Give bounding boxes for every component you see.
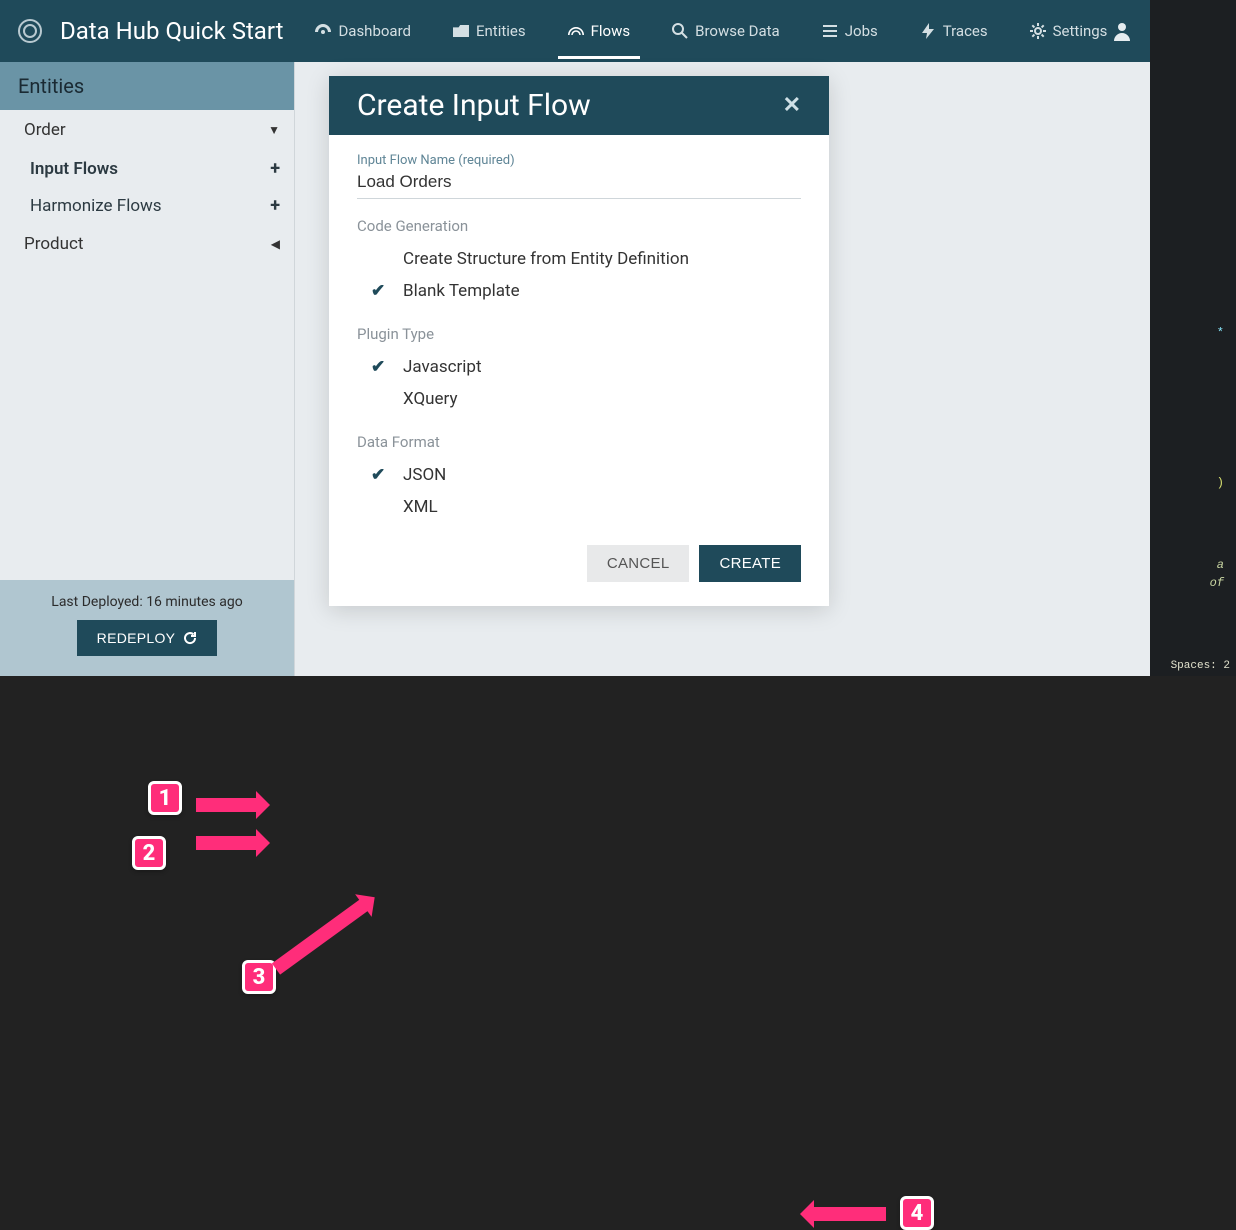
subrow-label: Input Flows [30,159,118,179]
option-create-structure[interactable]: Create Structure from Entity Definition [357,243,801,275]
option-label: XQuery [403,389,458,409]
editor-char: of [1210,576,1224,590]
add-input-flow-button[interactable]: + [270,158,280,179]
background-editor: * ) a of Spaces: 2 [1150,0,1236,676]
check-icon: ✔ [371,357,389,377]
flows-icon [568,24,584,38]
nav-label: Dashboard [338,22,411,40]
sidebar-footer: Last Deployed: 16 minutes ago REDEPLOY [0,580,294,676]
create-button[interactable]: CREATE [699,545,801,582]
cancel-button[interactable]: CANCEL [587,545,690,582]
close-icon[interactable]: ✕ [783,93,801,118]
chevron-left-icon: ◀ [271,237,280,251]
entity-label: Product [24,234,83,254]
logo-icon [18,19,42,43]
nav-traces[interactable]: Traces [916,3,992,59]
entity-product[interactable]: Product ◀ [0,224,294,264]
gear-icon [1030,24,1046,38]
nav-flows[interactable]: Flows [564,3,635,59]
option-javascript[interactable]: ✔ Javascript [357,351,801,383]
user-icon[interactable] [1112,21,1132,41]
flow-name-label: Input Flow Name (required) [357,153,801,168]
nav-entities[interactable]: Entities [449,3,530,59]
modal-title: Create Input Flow [357,88,591,123]
harmonize-flows-row[interactable]: Harmonize Flows + [0,187,294,224]
nav-jobs[interactable]: Jobs [818,3,882,59]
option-xml[interactable]: XML [357,491,801,523]
folder-icon [453,24,469,38]
editor-char: a [1217,558,1224,572]
input-flows-row[interactable]: Input Flows + [0,150,294,187]
refresh-icon [183,631,197,645]
flow-name-input[interactable] [357,170,801,199]
redeploy-button[interactable]: REDEPLOY [77,620,218,656]
jobs-icon [822,24,838,38]
nav-label: Jobs [845,22,878,40]
option-json[interactable]: ✔ JSON [357,459,801,491]
section-plugin-type: Plugin Type [357,325,801,343]
nav-settings[interactable]: Settings [1026,3,1112,59]
search-icon [672,24,688,38]
nav-label: Flows [591,22,631,40]
option-blank-template[interactable]: ✔ Blank Template [357,275,801,307]
option-xquery[interactable]: XQuery [357,383,801,415]
subrow-label: Harmonize Flows [30,196,162,216]
nav-dashboard[interactable]: Dashboard [311,3,415,59]
chevron-down-icon: ▼ [268,123,280,137]
option-label: Blank Template [403,281,520,301]
option-label: Create Structure from Entity Definition [403,249,689,269]
check-icon: ✔ [371,465,389,485]
nav-label: Settings [1053,22,1108,40]
option-label: JSON [403,465,446,485]
nav-label: Traces [943,22,988,40]
editor-char: ) [1217,476,1224,490]
section-data-format: Data Format [357,433,801,451]
section-code-generation: Code Generation [357,217,801,235]
entities-sidebar: Entities Order ▼ Input Flows + Harmonize… [0,62,295,676]
nav-browse-data[interactable]: Browse Data [668,3,784,59]
traces-icon [920,24,936,38]
nav-label: Browse Data [695,22,780,40]
option-label: XML [403,497,438,517]
last-deployed-text: Last Deployed: 16 minutes ago [0,594,294,610]
app-title: Data Hub Quick Start [60,17,283,45]
entity-order[interactable]: Order ▼ [0,110,294,150]
nav-label: Entities [476,22,526,40]
add-harmonize-flow-button[interactable]: + [270,195,280,216]
create-input-flow-modal: Create Input Flow ✕ Input Flow Name (req… [329,76,829,606]
sidebar-header: Entities [0,62,294,110]
dashboard-icon [315,24,331,38]
entity-label: Order [24,120,66,140]
top-nav: Data Hub Quick Start Dashboard Entities … [0,0,1150,62]
check-icon: ✔ [371,281,389,301]
editor-char: * [1217,326,1224,340]
redeploy-label: REDEPLOY [97,630,176,646]
editor-status: Spaces: 2 [1171,660,1230,672]
option-label: Javascript [403,357,482,377]
